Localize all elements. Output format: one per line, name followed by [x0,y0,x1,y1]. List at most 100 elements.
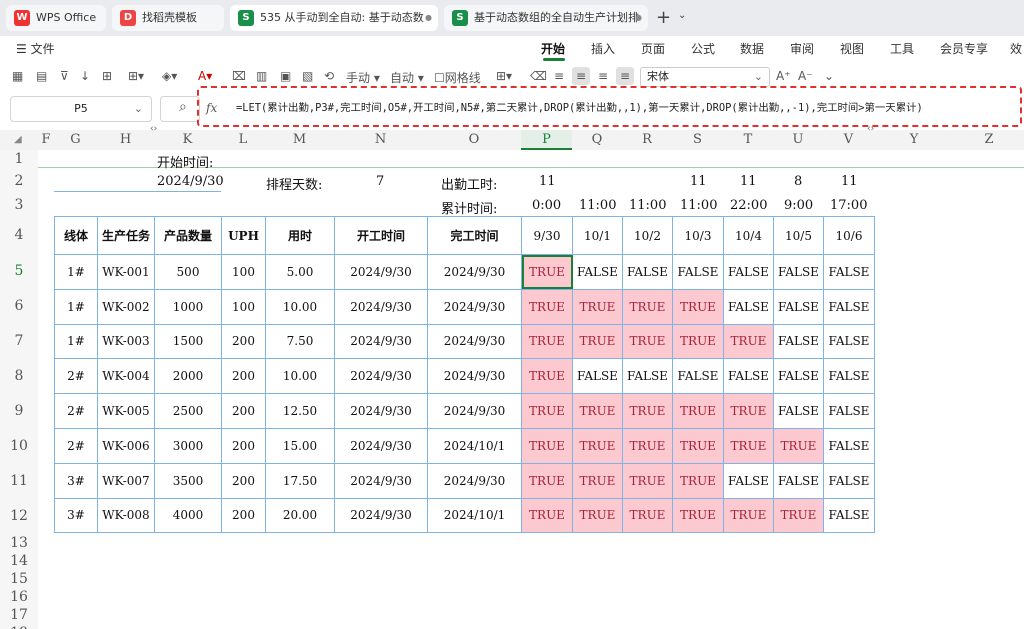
row-header[interactable]: 10 [0,429,38,464]
clear-icon[interactable]: ⌧ [232,69,246,83]
cell-day-flag[interactable]: FALSE [823,323,875,360]
header-quantity[interactable]: 产品数量 [154,216,222,255]
row-header[interactable]: 6 [0,289,38,324]
align-right-icon[interactable]: ≡ [598,69,608,83]
cell-uph[interactable]: 100 [221,288,266,325]
column-header[interactable]: L [221,130,265,150]
align-middle-icon[interactable]: ≡ [620,69,630,83]
days-value[interactable]: 7 [376,174,384,189]
cell-duration[interactable]: 15.00 [265,427,335,464]
cell-start-time[interactable]: 2024/9/30 [334,393,428,429]
decrease-font-icon[interactable]: A⁻ [798,69,813,83]
cell-line[interactable]: 1# [54,254,98,290]
cell-day-flag[interactable]: TRUE [622,462,673,499]
header-duration[interactable]: 用时 [265,216,335,255]
column-header[interactable]: U [773,130,823,150]
cell-line[interactable]: 1# [54,288,98,325]
cell-day-flag[interactable]: FALSE [723,462,774,499]
unsaved-dot-icon[interactable]: ● [635,5,642,31]
cell-day-flag[interactable]: FALSE [723,254,774,290]
cell-day-flag[interactable]: TRUE [672,393,724,429]
cell-day-flag[interactable]: TRUE [622,393,673,429]
align-left-icon[interactable]: ≡ [554,69,564,83]
cell-duration[interactable]: 17.50 [265,462,335,499]
cell-line[interactable]: 2# [54,427,98,464]
row-header[interactable]: 12 [0,499,38,534]
calc-auto-button[interactable]: 自动 ▾ [390,69,424,86]
cell-day-flag[interactable]: TRUE [572,323,623,360]
fill-color-icon[interactable]: ◈▾ [162,69,177,83]
cumulative-time-value[interactable]: 11:00 [680,198,717,213]
cell-end-time[interactable]: 2024/10/1 [427,427,522,464]
cell-day-flag[interactable]: TRUE [622,323,673,360]
cell-day-flag[interactable]: TRUE [672,288,724,325]
column-header[interactable]: F [38,130,54,150]
cell-day-flag[interactable]: FALSE [773,358,824,395]
tab-workbook-plan[interactable]: S 基于动态数组的全自动生产计划排 ● [444,5,648,31]
header-end-time[interactable]: 完工时间 [427,216,522,255]
row-header[interactable]: 4 [0,216,38,254]
cell-quantity[interactable]: 1500 [154,323,222,360]
cell-day-flag[interactable]: TRUE [723,427,774,464]
cell-quantity[interactable]: 1000 [154,288,222,325]
cell-line[interactable]: 3# [54,497,98,534]
cell-day-flag[interactable]: FALSE [823,288,875,325]
cell-uph[interactable]: 200 [221,323,266,360]
cell-end-time[interactable]: 2024/9/30 [427,393,522,429]
align-center-icon[interactable]: ≡ [576,69,586,83]
header-day[interactable]: 10/3 [672,216,724,255]
cell-day-flag[interactable]: FALSE [823,254,875,290]
cell-start-time[interactable]: 2024/9/30 [334,288,428,325]
cell-day-flag[interactable]: FALSE [823,393,875,429]
menu-insert[interactable]: 插入 [591,40,615,57]
cell-day-flag[interactable]: TRUE [521,497,573,534]
cell-quantity[interactable]: 2500 [154,393,222,429]
row-header[interactable]: 15 [0,570,38,588]
cumulative-time-value[interactable]: 9:00 [784,198,813,213]
row-header[interactable]: 3 [0,194,38,216]
cell-day-flag[interactable]: FALSE [572,254,623,290]
header-day[interactable]: 10/5 [773,216,824,255]
header-task[interactable]: 生产任务 [97,216,155,255]
cell-uph[interactable]: 200 [221,497,266,534]
column-header[interactable]: R [622,130,672,150]
cell-task[interactable]: WK-007 [97,462,155,499]
hours-value[interactable]: 8 [794,174,802,189]
format-painter-icon[interactable]: ▦ [12,69,23,83]
cell-start-time[interactable]: 2024/9/30 [334,462,428,499]
cell-day-flag[interactable]: TRUE [521,288,573,325]
column-header[interactable]: Z [954,130,1024,150]
row-header[interactable]: 1 [0,150,38,168]
row-header[interactable]: 11 [0,464,38,499]
row-header[interactable]: 8 [0,359,38,394]
cell-day-flag[interactable]: TRUE [572,288,623,325]
cell-day-flag[interactable]: FALSE [823,497,875,534]
cell-day-flag[interactable]: FALSE [672,358,724,395]
menu-efficiency[interactable]: 效 [1010,40,1022,57]
column-header[interactable]: T [723,130,773,150]
header-day[interactable]: 10/2 [622,216,673,255]
cell-end-time[interactable]: 2024/10/1 [427,497,522,534]
cell-day-flag[interactable]: TRUE [723,393,774,429]
cell-uph[interactable]: 200 [221,462,266,499]
border-icon[interactable]: ⊞▾ [128,69,144,83]
cell-start-time[interactable]: 2024/9/30 [334,323,428,360]
column-header[interactable]: K [154,130,221,150]
cell-day-flag[interactable]: TRUE [672,323,724,360]
menu-data[interactable]: 数据 [740,40,764,57]
cell-day-flag[interactable]: TRUE [622,497,673,534]
cell-task[interactable]: WK-002 [97,288,155,325]
cell-line[interactable]: 2# [54,358,98,395]
cell-day-flag[interactable]: TRUE [521,323,573,360]
fx-icon[interactable]: fx [206,101,217,115]
header-day[interactable]: 10/4 [723,216,774,255]
cell-duration[interactable]: 7.50 [265,323,335,360]
cell-start-time[interactable]: 2024/9/30 [334,497,428,534]
hours-value[interactable]: 11 [740,174,757,189]
cell-duration[interactable]: 5.00 [265,254,335,290]
header-day[interactable]: 9/30 [521,216,573,255]
increase-font-icon[interactable]: A⁺ [776,69,791,83]
font-family-select[interactable]: 宋体 ⌄ [640,67,770,87]
cell-end-time[interactable]: 2024/9/30 [427,462,522,499]
calc-manual-button[interactable]: 手动 ▾ [346,69,380,86]
